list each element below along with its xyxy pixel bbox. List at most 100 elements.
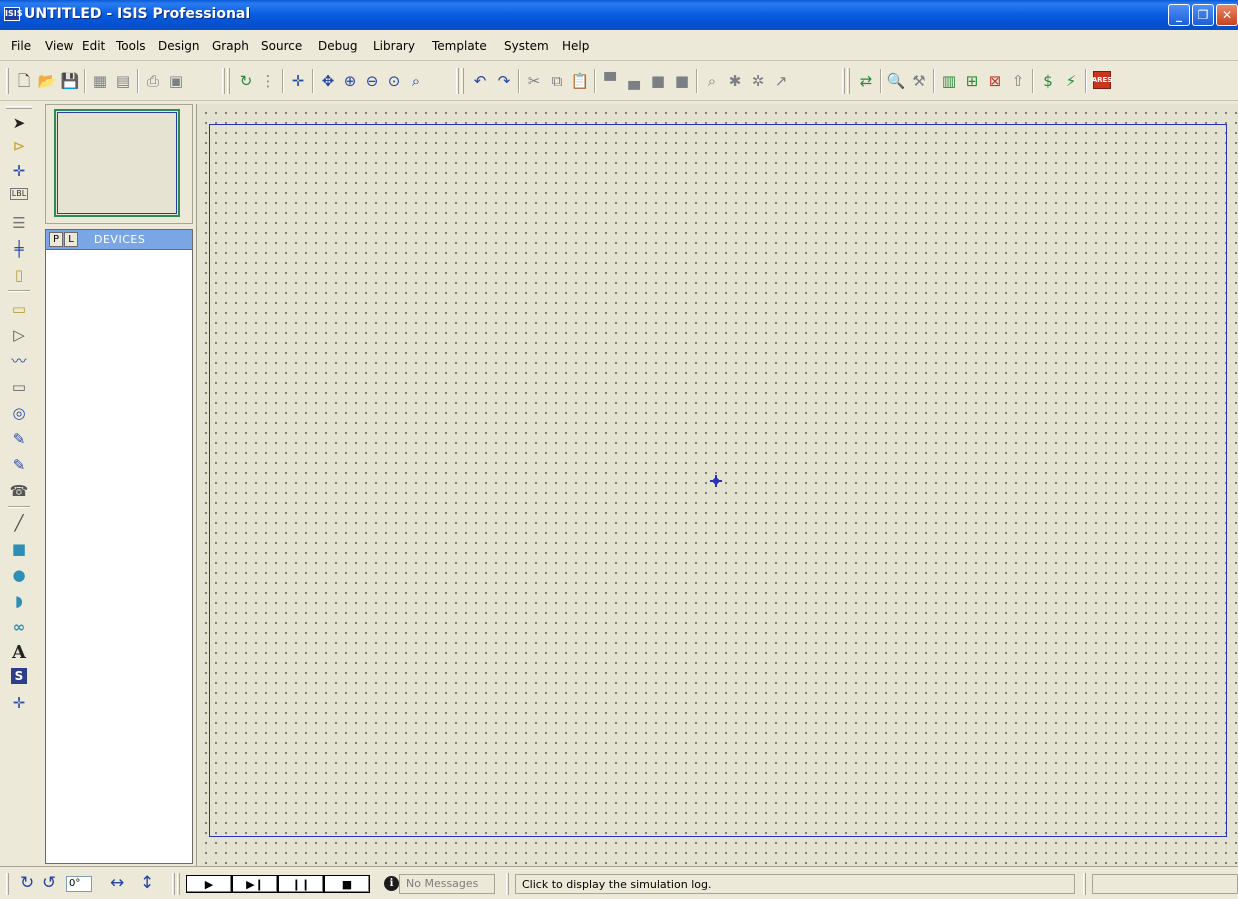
toolbar-grip[interactable]: [6, 106, 32, 109]
stop-button[interactable]: ■: [324, 875, 370, 893]
toggle-grid-icon[interactable]: ⋮: [258, 71, 278, 91]
new-sheet-icon[interactable]: ⊞: [962, 71, 982, 91]
text-script-icon[interactable]: ☰: [8, 212, 30, 234]
packaging-tool-icon[interactable]: ✲: [748, 71, 768, 91]
redo-icon[interactable]: ↷: [494, 71, 514, 91]
menu-library[interactable]: Library: [373, 39, 415, 53]
zoom-area-icon[interactable]: ⌕: [406, 71, 426, 91]
make-device-icon[interactable]: ✱: [725, 71, 745, 91]
property-assignment-icon[interactable]: ⚒: [909, 71, 929, 91]
box-2d-icon[interactable]: ■: [8, 538, 30, 560]
toolbar-grip[interactable]: [461, 68, 464, 94]
component-mode-icon[interactable]: ⊳: [8, 135, 30, 157]
toolbar-grip[interactable]: [6, 873, 9, 895]
line-2d-icon[interactable]: ╱: [8, 512, 30, 534]
text-2d-icon[interactable]: A: [8, 642, 30, 664]
menu-design[interactable]: Design: [158, 39, 199, 53]
graph-icon[interactable]: 〰: [8, 350, 30, 372]
search-tag-icon[interactable]: 🔍: [886, 71, 906, 91]
step-button[interactable]: ▶❙: [232, 875, 278, 893]
toolbar-grip[interactable]: [177, 873, 180, 895]
menu-edit[interactable]: Edit: [82, 39, 105, 53]
design-explorer-icon[interactable]: ▥: [939, 71, 959, 91]
refresh-icon[interactable]: ↻: [236, 71, 256, 91]
isis-logo-icon[interactable]: ISIS: [4, 7, 22, 21]
overview-window[interactable]: [45, 104, 193, 224]
menu-template[interactable]: Template: [432, 39, 487, 53]
undo-icon[interactable]: ↶: [470, 71, 490, 91]
pan-icon[interactable]: ✥: [318, 71, 338, 91]
mirror-horizontal-icon[interactable]: ↔: [110, 875, 124, 892]
menu-help[interactable]: Help: [562, 39, 589, 53]
block-rotate-icon[interactable]: ■: [648, 71, 668, 91]
wire-autorouter-icon[interactable]: ⇄: [856, 71, 876, 91]
menu-debug[interactable]: Debug: [318, 39, 357, 53]
schematic-canvas[interactable]: [196, 104, 1238, 866]
copy-icon[interactable]: ⧉: [547, 71, 567, 91]
path-2d-icon[interactable]: ∞: [8, 616, 30, 638]
remove-sheet-icon[interactable]: ⊠: [985, 71, 1005, 91]
simulation-log-field[interactable]: Click to display the simulation log.: [515, 874, 1075, 894]
new-file-icon[interactable]: 🗋: [14, 71, 34, 91]
toolbar-grip[interactable]: [227, 68, 230, 94]
circle-2d-icon[interactable]: ●: [8, 564, 30, 586]
terminals-icon[interactable]: ▭: [8, 298, 30, 320]
messages-info-icon[interactable]: i: [384, 876, 399, 891]
zoom-all-icon[interactable]: ⊙: [384, 71, 404, 91]
menu-file[interactable]: File: [11, 39, 31, 53]
device-pins-icon[interactable]: ▷: [8, 324, 30, 346]
pick-device-icon[interactable]: ⌕: [702, 71, 722, 91]
rotate-anticlockwise-icon[interactable]: ↺: [42, 875, 56, 892]
block-move-icon[interactable]: ▄: [624, 71, 644, 91]
open-folder-icon[interactable]: 📂: [37, 71, 57, 91]
menu-source[interactable]: Source: [261, 39, 302, 53]
library-manager-button[interactable]: L: [64, 232, 78, 247]
rotation-angle-field[interactable]: 0°: [66, 876, 92, 892]
pause-button[interactable]: ❙❙: [278, 875, 324, 893]
virtual-instruments-icon[interactable]: ☎: [8, 480, 30, 502]
paste-icon[interactable]: 📋: [570, 71, 590, 91]
wire-label-icon[interactable]: LBL: [10, 188, 28, 200]
play-button[interactable]: ▶: [186, 875, 232, 893]
rotate-clockwise-icon[interactable]: ↻: [20, 875, 34, 892]
arc-2d-icon[interactable]: ◗: [8, 590, 30, 612]
mirror-vertical-icon[interactable]: ↕: [140, 875, 154, 892]
title-bar[interactable]: ISIS UNTITLED - ISIS Professional _ ❐ ✕: [0, 0, 1238, 30]
pick-devices-button[interactable]: P: [49, 232, 63, 247]
buses-icon[interactable]: ╪: [8, 238, 30, 260]
electrical-rules-check-icon[interactable]: ⚡: [1061, 71, 1081, 91]
block-delete-icon[interactable]: ■: [672, 71, 692, 91]
toolbar-grip[interactable]: [842, 68, 845, 94]
menu-view[interactable]: View: [45, 39, 73, 53]
import-section-icon[interactable]: ▦: [90, 71, 110, 91]
origin-icon[interactable]: ✛: [288, 71, 308, 91]
decompose-icon[interactable]: ↗: [771, 71, 791, 91]
toolbar-grip[interactable]: [6, 68, 9, 94]
toolbar-grip[interactable]: [456, 68, 459, 94]
menu-tools[interactable]: Tools: [116, 39, 146, 53]
marker-2d-icon[interactable]: ✛: [8, 692, 30, 714]
print-icon[interactable]: ⎙: [143, 71, 163, 91]
zoom-out-icon[interactable]: ⊖: [362, 71, 382, 91]
export-section-icon[interactable]: ▤: [113, 71, 133, 91]
devices-list[interactable]: [46, 251, 192, 863]
junction-dot-icon[interactable]: ✛: [8, 160, 30, 182]
ares-icon[interactable]: ARES: [1092, 71, 1112, 89]
generator-icon[interactable]: ◎: [8, 402, 30, 424]
symbol-2d-icon[interactable]: S: [11, 668, 27, 684]
close-button[interactable]: ✕: [1216, 4, 1238, 26]
block-copy-icon[interactable]: ▀: [600, 71, 620, 91]
toolbar-grip[interactable]: [172, 873, 175, 895]
print-area-icon[interactable]: ▣: [166, 71, 186, 91]
toolbar-grip[interactable]: [847, 68, 850, 94]
menu-system[interactable]: System: [504, 39, 549, 53]
current-probe-icon[interactable]: ✎: [8, 454, 30, 476]
cut-icon[interactable]: ✂: [524, 71, 544, 91]
exit-to-parent-icon[interactable]: ⇧: [1008, 71, 1028, 91]
voltage-probe-icon[interactable]: ✎: [8, 428, 30, 450]
bill-of-materials-icon[interactable]: $: [1038, 71, 1058, 91]
zoom-in-icon[interactable]: ⊕: [340, 71, 360, 91]
tape-recorder-icon[interactable]: ▭: [8, 376, 30, 398]
subcircuit-icon[interactable]: ▯: [8, 264, 30, 286]
menu-graph[interactable]: Graph: [212, 39, 249, 53]
